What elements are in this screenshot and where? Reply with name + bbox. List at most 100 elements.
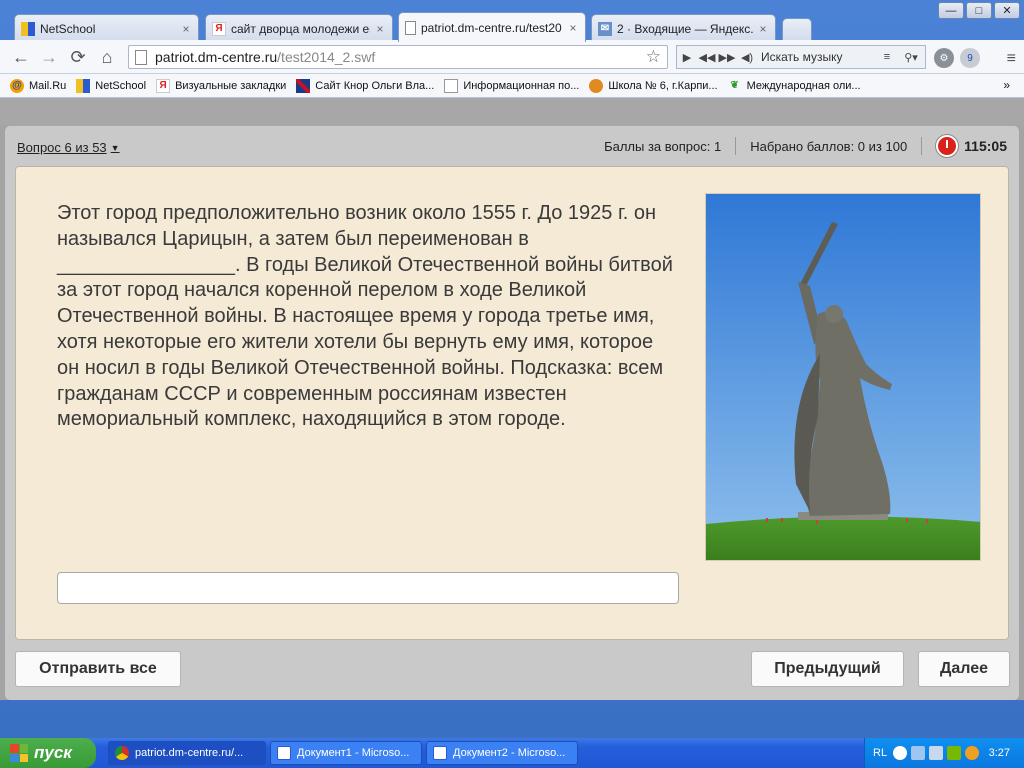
windows-taskbar: пуск patriot.dm-centre.ru/... Документ1 …	[0, 738, 1024, 768]
page-icon	[405, 20, 416, 35]
question-selector-label: Вопрос 6 из 53	[17, 140, 107, 155]
task-label: Документ1 - Microso...	[297, 747, 410, 759]
extension-gear-icon[interactable]: ⚙	[934, 48, 954, 68]
tab-label: NetSchool	[40, 21, 96, 36]
windows-flag-icon	[10, 744, 28, 762]
page-icon	[135, 49, 147, 65]
quiz-header: Вопрос 6 из 53 ▼ Баллы за вопрос: 1 Набр…	[5, 126, 1019, 164]
play-icon[interactable]: ▶	[677, 51, 697, 64]
bookmark-olympiad[interactable]: ❦ Международная оли...	[728, 79, 861, 93]
task-document2[interactable]: Документ2 - Microso...	[426, 741, 578, 765]
forward-icon[interactable]: →	[38, 46, 60, 68]
bookmark-netschool[interactable]: NetSchool	[76, 78, 147, 93]
music-search-bar[interactable]: ▶ ◀◀ ▶▶ ◀) Искать музыку ≡ ⚲▾	[676, 45, 926, 69]
tab-yandex-mail[interactable]: ✉ 2 · Входящие — Яндекс.По ×	[591, 14, 776, 42]
tab-netschool[interactable]: NetSchool ×	[14, 14, 199, 42]
bookmark-label: Международная оли...	[746, 79, 861, 92]
bookmark-school6[interactable]: Школа № 6, г.Карпи...	[589, 78, 718, 93]
yandex-icon: Я	[212, 21, 226, 36]
home-icon[interactable]: ⌂	[96, 46, 118, 68]
tab-label: patriot.dm-centre.ru/test20	[421, 20, 562, 35]
leaf-icon: ❦	[730, 80, 739, 91]
tab-close-icon[interactable]: ×	[180, 22, 192, 36]
window-controls: — □ ✕	[938, 2, 1020, 19]
task-chrome[interactable]: patriot.dm-centre.ru/...	[108, 741, 266, 765]
document-icon	[444, 78, 459, 93]
maximize-button[interactable]: □	[966, 2, 992, 19]
tray-arrow-icon[interactable]	[893, 746, 908, 760]
volume-icon[interactable]	[929, 746, 944, 760]
bookmark-visual-bookmarks[interactable]: Я Визуальные закладки	[156, 78, 287, 93]
system-tray: RL 3:27	[864, 738, 1024, 768]
timer-icon	[936, 135, 959, 157]
bookmark-label: Школа № 6, г.Карпи...	[608, 79, 718, 92]
network-icon[interactable]	[911, 746, 926, 760]
rewind-icon[interactable]: ◀◀	[697, 51, 717, 64]
fast-forward-icon[interactable]: ▶▶	[717, 51, 737, 64]
divider	[735, 137, 737, 155]
submit-all-button[interactable]: Отправить все	[15, 651, 181, 687]
star-icon[interactable]: ☆	[646, 47, 661, 67]
tab-close-icon[interactable]: ×	[757, 22, 769, 36]
bookmark-label: NetSchool	[95, 79, 147, 92]
netschool-icon	[76, 78, 91, 93]
bookmark-mailru[interactable]: @ Mail.Ru	[10, 78, 66, 93]
speaker-icon[interactable]: ◀)	[737, 51, 757, 64]
clock: 3:27	[988, 747, 1010, 759]
tab-label: сайт дворца молодежи ека	[231, 21, 370, 36]
tab-close-icon[interactable]: ×	[374, 22, 386, 36]
url-path: /test2014_2.swf	[277, 49, 376, 65]
minimize-button[interactable]: —	[938, 2, 964, 19]
question-text: Этот город предположительно возник около…	[57, 202, 673, 431]
menu-icon[interactable]: ≡	[1007, 50, 1016, 68]
bookmark-info[interactable]: Информационная по...	[444, 78, 579, 93]
antivirus-icon[interactable]	[965, 746, 980, 760]
extension-icons: ⚙ 9	[934, 48, 980, 68]
bookmark-knor-site[interactable]: Сайт Кнор Ольги Вла...	[296, 78, 435, 93]
points-total: Набрано баллов: 0 из 100	[750, 138, 908, 154]
bookmark-label: Сайт Кнор Ольги Вла...	[315, 79, 435, 92]
reload-icon[interactable]: ⟳	[67, 46, 89, 68]
mailru-icon: @	[10, 78, 24, 93]
tab-strip: NetSchool × Я сайт дворца молодежи ека ×…	[0, 0, 1024, 42]
language-indicator[interactable]: RL	[873, 747, 887, 759]
tab-close-icon[interactable]: ×	[567, 21, 579, 35]
chevron-down-icon: ▼	[110, 142, 120, 153]
answer-input[interactable]	[57, 572, 679, 604]
task-document1[interactable]: Документ1 - Microso...	[270, 741, 422, 765]
chrome-icon	[115, 746, 129, 760]
timer-text: 115:05	[964, 138, 1007, 154]
back-icon[interactable]: ←	[10, 46, 32, 68]
browser-toolbar: ← → ⟳ ⌂ patriot.dm-centre.ru/test2014_2.…	[0, 40, 1024, 74]
music-search-input[interactable]: Искать музыку	[757, 50, 877, 64]
address-bar[interactable]: patriot.dm-centre.ru/test2014_2.swf ☆	[128, 45, 668, 69]
url-host: patriot.dm-centre.ru	[155, 49, 278, 65]
question-card: Этот город предположительно возник около…	[15, 166, 1009, 640]
next-button[interactable]: Далее	[918, 651, 1010, 687]
divider	[921, 137, 923, 155]
list-icon[interactable]: ≡	[877, 51, 897, 63]
new-tab-button[interactable]	[782, 18, 812, 40]
bookmark-label: Визуальные закладки	[175, 79, 287, 92]
task-label: Документ2 - Microso...	[453, 747, 566, 759]
start-button[interactable]: пуск	[0, 738, 96, 768]
flag-icon	[296, 78, 311, 93]
nvidia-icon[interactable]	[947, 746, 962, 760]
tab-youth-palace[interactable]: Я сайт дворца молодежи ека ×	[205, 14, 393, 42]
bookmarks-overflow-icon[interactable]: »	[1003, 78, 1010, 92]
search-icon[interactable]: ⚲▾	[897, 51, 925, 64]
bookmarks-bar: @ Mail.Ru NetSchool Я Визуальные закладк…	[0, 74, 1024, 98]
question-selector[interactable]: Вопрос 6 из 53 ▼	[17, 140, 120, 155]
content-top-band	[0, 98, 1024, 126]
previous-button[interactable]: Предыдущий	[751, 651, 904, 687]
tab-patriot-test[interactable]: patriot.dm-centre.ru/test20 ×	[398, 12, 586, 42]
motherland-calls-statue-image	[705, 193, 981, 561]
extension-badge-icon[interactable]: 9	[960, 48, 980, 68]
task-label: patriot.dm-centre.ru/...	[135, 747, 244, 759]
browser-window: NetSchool × Я сайт дворца молодежи ека ×…	[0, 0, 1024, 738]
quiz-panel: Вопрос 6 из 53 ▼ Баллы за вопрос: 1 Набр…	[5, 126, 1019, 700]
tab-label: 2 · Входящие — Яндекс.По	[617, 21, 753, 36]
yandex-icon: Я	[156, 78, 171, 93]
close-button[interactable]: ✕	[994, 2, 1020, 19]
word-icon	[433, 746, 447, 760]
